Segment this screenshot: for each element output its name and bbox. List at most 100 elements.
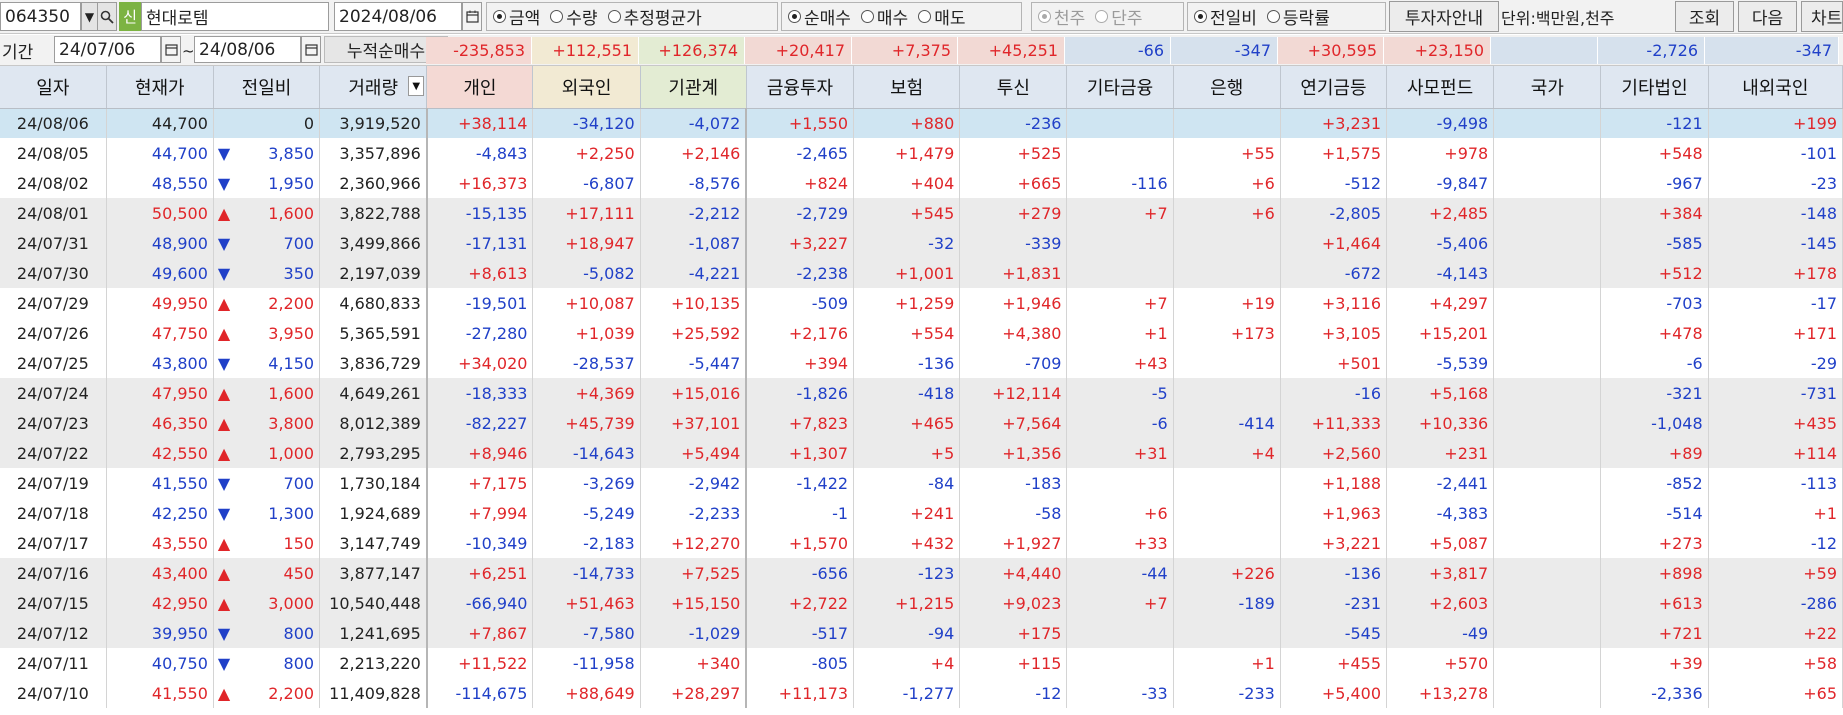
table-row[interactable]: 24/07/22 42,550 ▲ 1,000 2,793,295 +8,946 -14,6… (0, 438, 1843, 468)
investor-value-cell: +7,867 (426, 618, 534, 648)
table-row[interactable]: 24/07/30 49,600 ▼ 350 2,197,039 +8,613 -5,082-… (0, 258, 1843, 288)
table-row[interactable]: 24/07/10 41,550 ▲ 2,200 11,409,828 -114,675 +8… (0, 678, 1843, 708)
stock-search-button[interactable] (97, 2, 117, 31)
table-row[interactable]: 24/07/17 43,550 ▲ 150 3,147,749 -10,349 -2,183… (0, 528, 1843, 558)
column-header[interactable]: 현재가 (106, 66, 214, 109)
table-row[interactable]: 24/07/16 43,400 ▲ 450 3,877,147 +6,251 -14,733… (0, 558, 1843, 588)
stock-dropdown-button[interactable]: ▼ (81, 2, 98, 31)
start-date-input[interactable]: 24/07/06 (54, 36, 161, 63)
column-header[interactable]: 전일비 (213, 66, 321, 109)
radio-label: 전일비 (1210, 9, 1257, 29)
investor-value-cell: -17 (1708, 288, 1843, 318)
table-row[interactable]: 24/07/19 41,550 ▼ 700 1,730,184 +7,175 -3,269-… (0, 468, 1843, 498)
trade-type-radio-2[interactable]: 매도 (918, 4, 965, 29)
volume-sort-dropdown-icon[interactable]: ▼ (408, 76, 425, 96)
trade-type-radio-0[interactable]: 순매수 (788, 4, 851, 29)
investor-value-cell: +7,564 (959, 408, 1068, 438)
table-row[interactable]: 24/08/01 50,500 ▲ 1,600 3,822,788 -15,135 +17,… (0, 198, 1843, 228)
volume-cell: 4,680,833 (319, 288, 428, 318)
table-row[interactable]: 24/07/24 47,950 ▲ 1,600 4,649,261 -18,333 +4,3… (0, 378, 1843, 408)
investor-trading-table[interactable]: 일자 현재가 전일비 거래량 ▼ 개인 외국인 기관계 금융투자 보험 투신 기타금융 은행 연기금등 사모… (0, 66, 1843, 715)
investor-value-cell: +512 (1600, 258, 1709, 288)
change-value: 350 (283, 263, 315, 283)
compare-radio-0[interactable]: 전일비 (1194, 4, 1257, 29)
end-date-input[interactable]: 24/08/06 (194, 36, 301, 63)
investor-value-cell: +34,020 (426, 348, 534, 378)
investor-value-cell: +16,373 (426, 168, 534, 198)
start-date-picker[interactable] (161, 36, 181, 63)
next-button[interactable]: 다음 (1738, 1, 1797, 32)
date-picker-button[interactable] (462, 2, 482, 31)
date-input[interactable]: 2024/08/06 (334, 2, 462, 31)
investor-guide-label: 투자자안내 (1404, 9, 1484, 29)
column-header[interactable]: 외국인 (532, 66, 641, 109)
table-row[interactable]: 24/08/06 44,700 0 3,919,520 +38,114 -34,120 -4… (0, 108, 1843, 138)
column-header[interactable]: 보험 (853, 66, 961, 109)
investor-value-cell: -286 (1708, 588, 1843, 618)
investor-value-cell: +2,603 (1386, 588, 1495, 618)
table-row[interactable]: 24/07/26 47,750 ▲ 3,950 5,365,591 -27,280 +1,0… (0, 318, 1843, 348)
investor-value-cell: -6 (1066, 408, 1174, 438)
compare-radio-1[interactable]: 등락률 (1266, 4, 1330, 29)
up-triangle-icon: ▲ (217, 293, 231, 313)
investor-value-cell (1173, 228, 1281, 258)
cumulative-value: +30,595 (1278, 37, 1384, 64)
column-header[interactable]: 연기금등 (1280, 66, 1388, 109)
investor-value-cell: +3,231 (1280, 108, 1388, 138)
date-cell: 24/07/15 (0, 588, 107, 618)
change-cell: 0 (213, 108, 321, 138)
amount-type-radio-0[interactable]: 금액 (493, 4, 540, 29)
investor-guide-button[interactable]: 투자자안내 (1389, 1, 1499, 32)
investor-value-cell: +1,464 (1280, 228, 1388, 258)
change-value: 2,200 (268, 683, 315, 703)
table-row[interactable]: 24/07/15 42,950 ▲ 3,000 10,540,448 -66,940 +51… (0, 588, 1843, 618)
investor-value-cell (1173, 348, 1281, 378)
column-header[interactable]: 금융투자 (746, 66, 855, 109)
table-row[interactable]: 24/08/05 44,700 ▼ 3,850 3,357,896 -4,843 +2,25… (0, 138, 1843, 168)
table-row[interactable]: 24/07/12 39,950 ▼ 800 1,241,695 +7,867 -7,580-… (0, 618, 1843, 648)
end-date-picker[interactable] (301, 36, 321, 63)
table-row[interactable]: 24/07/29 49,950 ▲ 2,200 4,680,833 -19,501 +10,… (0, 288, 1843, 318)
stock-name-field[interactable]: 현대로템 (141, 2, 329, 31)
volume-cell: 3,919,520 (319, 108, 428, 138)
table-row[interactable]: 24/07/25 43,800 ▼ 4,150 3,836,729 +34,020 -28,… (0, 348, 1843, 378)
column-header[interactable]: 기타법인 (1600, 66, 1709, 109)
chart-button[interactable]: 차트 (1801, 1, 1843, 32)
column-header[interactable]: 국가 (1493, 66, 1602, 109)
radio-dot-icon (1266, 10, 1280, 23)
investor-value-cell (1066, 138, 1174, 168)
down-triangle-icon: ▼ (217, 263, 231, 283)
table-row[interactable]: 24/07/11 40,750 ▼ 800 2,213,220 +11,522 -11,95… (0, 648, 1843, 678)
table-row[interactable]: 24/08/02 48,550 ▼ 1,950 2,360,966 +16,373 -6,8… (0, 168, 1843, 198)
date-range-bar: 기간 24/07/06 ~ 24/08/06 누적순매수 -235,853 +11… (0, 35, 1843, 66)
table-row[interactable]: 24/07/18 42,250 ▼ 1,300 1,924,689 +7,994 -5,24… (0, 498, 1843, 528)
amount-type-radio-1[interactable]: 수량 (550, 4, 598, 29)
amount-type-radio-2[interactable]: 추정평균가 (607, 4, 702, 29)
column-header[interactable]: 내외국인 (1708, 66, 1843, 109)
table-row[interactable]: 24/07/23 46,350 ▲ 3,800 8,012,389 -82,227 +45,… (0, 408, 1843, 438)
column-header[interactable]: 개인 (426, 66, 534, 109)
investor-value-cell: +898 (1600, 558, 1709, 588)
price-cell: 47,950 (106, 378, 214, 408)
investor-value-cell: +89 (1600, 438, 1709, 468)
chart-label: 차트 (1811, 9, 1843, 29)
column-header[interactable]: 투신 (959, 66, 1068, 109)
column-header[interactable]: 기관계 (640, 66, 747, 109)
date-cell: 24/07/12 (0, 618, 107, 648)
column-header[interactable]: 거래량 ▼ (319, 66, 428, 109)
price-cell: 42,950 (106, 588, 214, 618)
table-row[interactable]: 24/07/31 48,900 ▼ 700 3,499,866 -17,131 +18,94… (0, 228, 1843, 258)
table-header-row: 일자 현재가 전일비 거래량 ▼ 개인 외국인 기관계 금융투자 보험 투신 기타금융 은행 연기금등 사모… (0, 66, 1843, 109)
investor-value-cell: -14,733 (532, 558, 641, 588)
trade-type-radio-1[interactable]: 매수 (860, 4, 908, 29)
change-cell: ▲ 150 (213, 528, 321, 558)
change-cell: ▼ 350 (213, 258, 321, 288)
column-header[interactable]: 일자 (0, 66, 107, 109)
column-header[interactable]: 은행 (1173, 66, 1281, 109)
query-button[interactable]: 조회 (1675, 1, 1734, 32)
investor-value-cell: -49 (1386, 618, 1495, 648)
stock-code-input[interactable]: 064350 (0, 2, 81, 31)
column-header[interactable]: 사모펀드 (1386, 66, 1495, 109)
column-header[interactable]: 기타금융 (1066, 66, 1174, 109)
investor-value-cell: -10,349 (426, 528, 534, 558)
